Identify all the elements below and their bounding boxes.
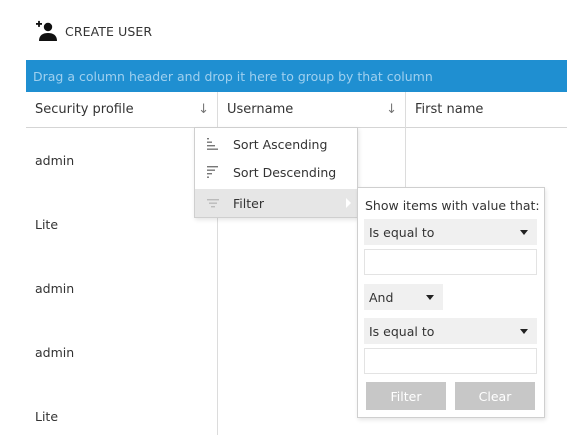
sort-ascending-icon: [207, 138, 218, 150]
create-user-label: CREATE USER: [65, 23, 153, 39]
filter-popup: Show items with value that: Is equal to …: [357, 187, 545, 418]
column-header-label: First name: [415, 102, 484, 117]
create-user-button[interactable]: CREATE USER: [34, 20, 152, 42]
filter-button[interactable]: Filter: [366, 382, 446, 410]
menu-item-label: Sort Ascending: [233, 136, 328, 152]
filter-operator-1-select[interactable]: Is equal to: [364, 219, 537, 245]
menu-item-label: Filter: [233, 195, 264, 211]
add-user-icon: [36, 20, 57, 41]
filter-title: Show items with value that:: [365, 198, 540, 213]
sort-arrow-icon[interactable]: ↓: [198, 103, 209, 116]
group-panel-hint: Drag a column header and drop it here to…: [33, 68, 433, 84]
menu-item-sort-descending[interactable]: Sort Descending: [195, 158, 357, 186]
cell-security-profile: admin: [35, 152, 75, 168]
column-header-username[interactable]: Username ↓: [218, 92, 405, 127]
dropdown-caret-icon: [520, 230, 528, 235]
sort-descending-icon: [207, 166, 218, 178]
grid-header: Security profile ↓ Username ↓ First name: [26, 92, 567, 128]
submenu-arrow-icon: [346, 198, 351, 208]
filter-value-2-input[interactable]: [364, 348, 537, 374]
column-header-label: Username: [227, 102, 294, 117]
filter-operator-1-value: Is equal to: [369, 224, 435, 240]
filter-value-1-input[interactable]: [364, 249, 537, 275]
dropdown-caret-icon: [426, 295, 434, 300]
cell-security-profile: Lite: [35, 408, 59, 424]
group-by-drop-zone[interactable]: Drag a column header and drop it here to…: [26, 60, 567, 92]
column-header-security-profile[interactable]: Security profile ↓: [26, 92, 217, 127]
dropdown-caret-icon: [520, 329, 528, 334]
filter-operator-2-value: Is equal to: [369, 323, 435, 339]
filter-logic-select[interactable]: And: [364, 284, 443, 310]
menu-item-filter[interactable]: Filter: [195, 189, 357, 217]
filter-icon: [207, 199, 219, 208]
cell-security-profile: admin: [35, 344, 75, 360]
clear-button[interactable]: Clear: [455, 382, 535, 410]
cell-security-profile: Lite: [35, 216, 59, 232]
menu-item-sort-ascending[interactable]: Sort Ascending: [195, 130, 357, 158]
column-header-first-name[interactable]: First name: [406, 92, 567, 127]
sort-arrow-icon[interactable]: ↓: [386, 103, 397, 116]
filter-logic-value: And: [369, 289, 394, 305]
filter-operator-2-select[interactable]: Is equal to: [364, 318, 537, 344]
menu-item-label: Sort Descending: [233, 164, 337, 180]
column-menu: Sort Ascending Sort Descending Filter: [194, 127, 358, 218]
column-header-label: Security profile: [35, 102, 134, 117]
column-divider: [405, 92, 406, 128]
cell-security-profile: admin: [35, 280, 75, 296]
